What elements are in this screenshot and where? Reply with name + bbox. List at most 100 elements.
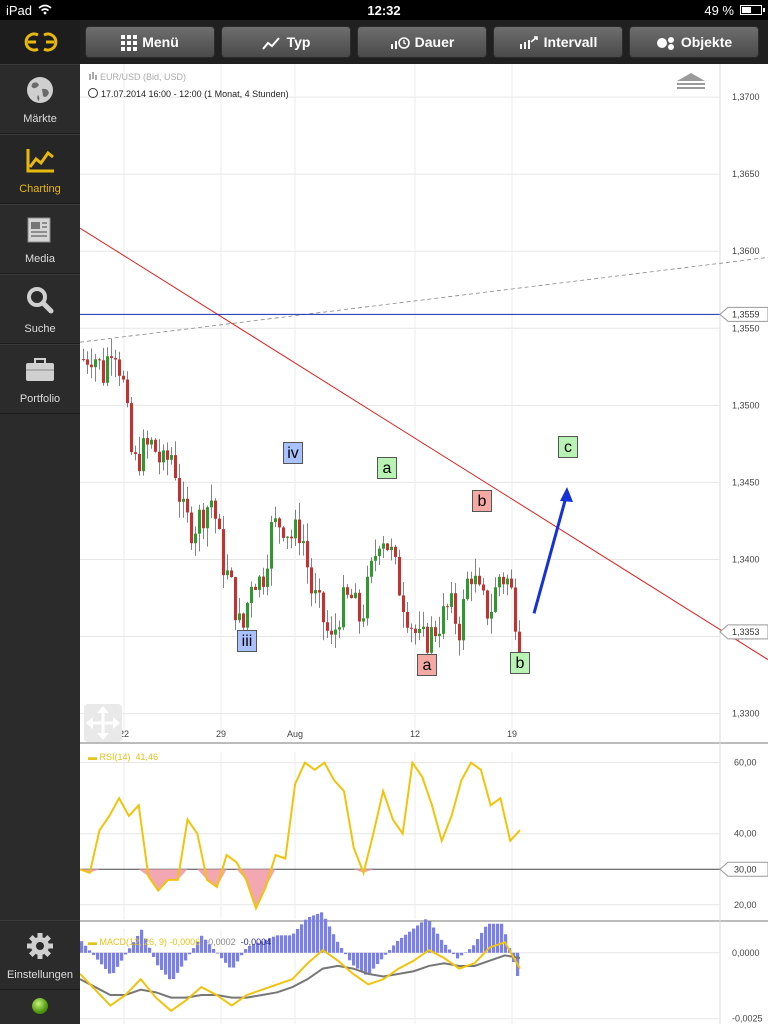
candle-body (262, 576, 265, 587)
macd-histogram-bar (460, 952, 464, 956)
menu-button[interactable]: Menü (85, 26, 215, 58)
candle-body (310, 567, 313, 594)
macd-histogram-bar (344, 952, 348, 955)
battery-icon (740, 5, 765, 15)
candle-body (386, 543, 389, 551)
candle-body (246, 602, 249, 628)
macd-histogram-bar (224, 952, 228, 963)
macd-histogram-bar (440, 939, 444, 953)
candle-body (274, 518, 277, 523)
candle-body (110, 356, 113, 358)
briefcase-icon (26, 358, 54, 381)
wave-label-b-upper[interactable]: b (472, 490, 492, 512)
candle-body (466, 578, 469, 600)
sidebar-item-label: Media (25, 253, 55, 265)
candle-body (454, 593, 457, 624)
rsi-level-text: 30,00 (734, 864, 757, 874)
macd-histogram-bar (324, 918, 328, 953)
collapse-icon[interactable] (676, 72, 706, 90)
sidebar-item-search[interactable]: Suche (0, 274, 80, 344)
wave-label-c[interactable]: c (558, 436, 578, 458)
candle-body (282, 527, 285, 538)
macd-name: MACD(12, 26, 9) (99, 937, 168, 947)
app-logo[interactable] (0, 20, 80, 64)
macd-histogram-bar (444, 944, 448, 953)
wave-label-iv[interactable]: iv (283, 442, 303, 464)
candle-body (514, 587, 517, 632)
candle-body (354, 592, 357, 599)
candle-body (510, 578, 513, 588)
macd-histogram-bar (160, 952, 164, 970)
newspaper-icon (27, 217, 51, 243)
duration-button[interactable]: Dauer (357, 26, 487, 58)
interval-icon (519, 36, 538, 50)
macd-histogram-bar (232, 952, 236, 968)
macd-histogram-bar (156, 952, 160, 966)
candle-body (122, 375, 125, 380)
candle-body (170, 455, 173, 460)
macd-histogram-bar (304, 919, 308, 953)
candle-body (94, 359, 97, 368)
candle-body (478, 575, 481, 585)
candle-body (130, 403, 133, 453)
rsi-axis-label: 20,00 (734, 900, 757, 910)
interval-button[interactable]: Intervall (493, 26, 623, 58)
macd-histogram-bar (288, 935, 292, 953)
macd-histogram-bar (452, 952, 456, 955)
wave-label-a-upper[interactable]: a (377, 457, 397, 479)
wave-label-b-lower[interactable]: b (510, 652, 530, 674)
macd-histogram-bar (436, 933, 440, 953)
macd-histogram-bar (424, 919, 428, 953)
macd-histogram-bar (104, 952, 108, 969)
candle-body (154, 439, 157, 452)
rsi-axis-label: 40,00 (734, 829, 757, 839)
chart-canvas[interactable]: 1,3700 1,3650 1,3600 1,3550 1,3500 1,3450 1,34… (80, 64, 768, 1024)
sidebar-item-media[interactable]: Media (0, 204, 80, 274)
candle-body (378, 548, 381, 557)
candle-body (250, 586, 253, 603)
candle-body (342, 587, 345, 628)
candle-body (366, 576, 369, 619)
wave-label-a-lower[interactable]: a (417, 654, 437, 676)
battery-percent: 49 % (704, 3, 734, 18)
candle-body (474, 575, 477, 585)
macd-histogram-bar (400, 937, 404, 953)
candle-body (350, 594, 353, 599)
macd-histogram-bar (80, 941, 84, 953)
candle-body (518, 631, 521, 654)
candle-body (258, 576, 261, 590)
macd-histogram-bar (384, 952, 388, 955)
candle-body (174, 455, 177, 479)
type-button[interactable]: Typ (221, 26, 351, 58)
macd-histogram-bar (320, 912, 324, 953)
sidebar-item-settings[interactable]: Einstellungen (0, 920, 80, 990)
candle-body (418, 628, 421, 634)
period-info: 17.07.2014 16:00 - 12:00 (1 Monat, 4 Stu… (88, 88, 289, 99)
candle-body (90, 364, 93, 368)
candle-body (202, 509, 205, 529)
candle-body (238, 613, 241, 621)
macd-histogram-bar (496, 923, 500, 953)
wave-label-iii[interactable]: iii (237, 630, 257, 652)
macd-histogram-bar (240, 952, 244, 956)
macd-histogram-bar (340, 947, 344, 953)
chart-area[interactable]: 1,3700 1,3650 1,3600 1,3550 1,3500 1,3450 1,34… (80, 64, 768, 1024)
candle-body (182, 498, 185, 502)
interval-button-label: Intervall (543, 34, 598, 50)
move-arrows-icon (86, 706, 120, 740)
macd-histogram-bar (84, 945, 88, 953)
candle-body (146, 438, 149, 445)
candle-body (98, 359, 101, 361)
objects-button[interactable]: Objekte (629, 26, 759, 58)
sidebar-item-markets[interactable]: Märkte (0, 64, 80, 134)
clock-icon (88, 88, 98, 98)
macd-value-2: -0,0002 (205, 937, 236, 947)
move-handle-icon[interactable] (84, 704, 122, 742)
macd-histogram-bar (216, 952, 220, 954)
objects-button-label: Objekte (680, 34, 733, 50)
sidebar-item-portfolio[interactable]: Portfolio (0, 344, 80, 414)
sidebar-item-charting[interactable]: Charting (0, 134, 80, 204)
macd-histogram-bar (316, 913, 320, 953)
macd-histogram-bar (276, 935, 280, 953)
globe-icon (27, 77, 53, 103)
